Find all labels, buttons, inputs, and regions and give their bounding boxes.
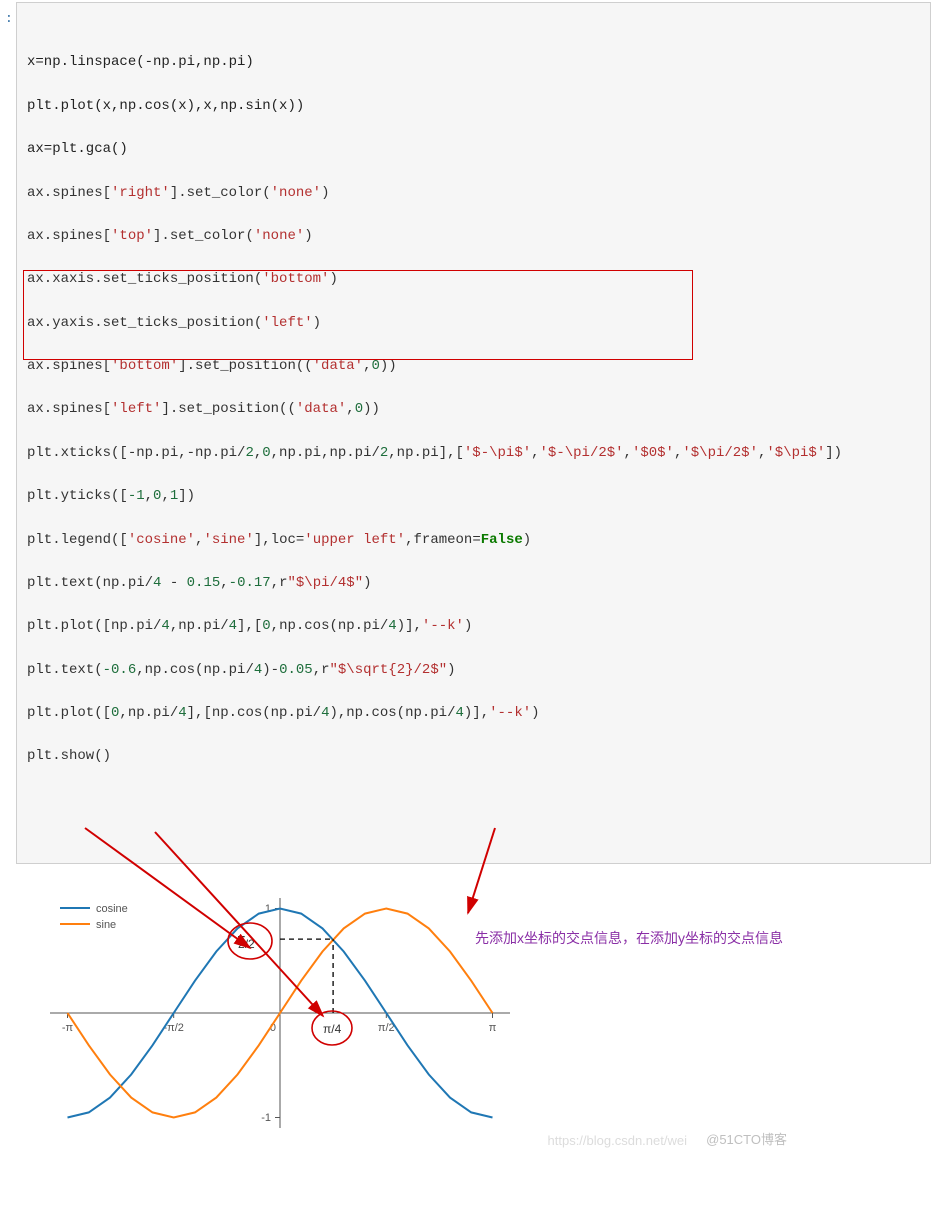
code-line: plt.text(-0.6,np.cos(np.pi/4)-0.05,r"$\s…: [27, 660, 920, 682]
code-line: plt.yticks([-1,0,1]): [27, 486, 920, 508]
code-line: ax.xaxis.set_ticks_position('bottom'): [27, 269, 920, 291]
code-line: plt.xticks([-np.pi,-np.pi/2,0,np.pi,np.p…: [27, 443, 920, 465]
watermark: https://blog.csdn.net/wei: [548, 1133, 687, 1148]
code-line: plt.show(): [27, 746, 920, 768]
svg-text:1: 1: [265, 903, 271, 915]
code-line: x=np.linspace(-np.pi,np.pi): [27, 52, 920, 74]
annot-pi4: π/4: [323, 1022, 342, 1036]
output-area: -π -π/2 0 π π/2 -1 1 π/4 2/2 cosine sine: [20, 878, 937, 1158]
code-line: ax.spines['top'].set_color('none'): [27, 226, 920, 248]
code-line: plt.legend(['cosine','sine'],loc='upper …: [27, 530, 920, 552]
legend: cosine sine: [60, 903, 128, 931]
annot-sqrt: 2/2: [238, 937, 255, 951]
code-line: ax.spines['right'].set_color('none'): [27, 183, 920, 205]
code-line: plt.plot(x,np.cos(x),x,np.sin(x)): [27, 96, 920, 118]
svg-text:π: π: [489, 1022, 497, 1034]
x-ticks: -π -π/2 0 π π/2: [62, 1013, 497, 1034]
code-line: plt.plot([0,np.pi/4],[np.cos(np.pi/4),np…: [27, 703, 920, 725]
svg-text:π/2: π/2: [378, 1022, 395, 1034]
watermark: @51CTO博客: [706, 1129, 787, 1148]
code-line: ax=plt.gca(): [27, 139, 920, 161]
code-line: ax.yaxis.set_ticks_position('left'): [27, 313, 920, 335]
input-prompt: :: [5, 9, 13, 29]
code-line: ax.spines['bottom'].set_position(('data'…: [27, 356, 920, 378]
code-line: plt.plot([np.pi/4,np.pi/4],[0,np.cos(np.…: [27, 616, 920, 638]
code-line: plt.text(np.pi/4 - 0.15,-0.17,r"$\pi/4$"…: [27, 573, 920, 595]
svg-text:-π: -π: [62, 1022, 74, 1034]
svg-text:cosine: cosine: [96, 903, 128, 915]
svg-text:-1: -1: [261, 1112, 271, 1124]
annotation-text: 先添加x坐标的交点信息，在添加y坐标的交点信息: [475, 928, 783, 948]
svg-text:sine: sine: [96, 919, 116, 931]
code-line: ax.spines['left'].set_position(('data',0…: [27, 399, 920, 421]
code-cell: : x=np.linspace(-np.pi,np.pi) plt.plot(x…: [16, 2, 931, 864]
matplotlib-plot: -π -π/2 0 π π/2 -1 1 π/4 2/2 cosine sine: [20, 878, 540, 1153]
